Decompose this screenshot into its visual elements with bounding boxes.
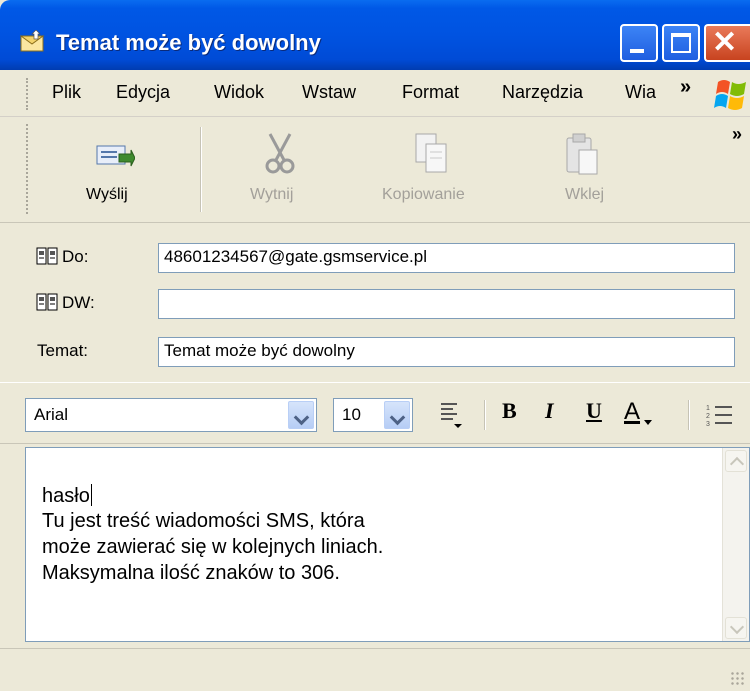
chevron-down-icon xyxy=(729,619,745,635)
menu-plik[interactable]: Plik xyxy=(52,82,81,103)
toolbar-overflow-chevron[interactable]: » xyxy=(732,124,742,145)
menu-bar-grip[interactable] xyxy=(26,78,31,110)
maximize-button[interactable] xyxy=(662,24,700,62)
font-size-select[interactable]: 10 xyxy=(333,398,413,432)
compose-window: Temat może być dowolny ✕ Plik Edycja Wid… xyxy=(0,0,750,691)
subject-label: Temat: xyxy=(37,341,89,360)
body-line: może zawierać się w kolejnych liniach. xyxy=(42,536,384,558)
status-bar xyxy=(0,648,750,691)
address-book-icon[interactable] xyxy=(36,247,58,265)
send-icon xyxy=(96,145,135,167)
cc-label: DW: xyxy=(62,293,95,312)
window-title: Temat może być dowolny xyxy=(56,30,321,55)
scissors-icon xyxy=(265,133,295,174)
menu-narzedzia[interactable]: Narzędzia xyxy=(502,82,583,103)
minimize-button[interactable] xyxy=(620,24,658,62)
send-label: Wyślij xyxy=(86,186,128,203)
windows-logo-icon xyxy=(714,80,746,110)
copy-icon xyxy=(415,133,447,173)
format-separator xyxy=(688,400,690,430)
chevron-down-icon[interactable] xyxy=(384,401,410,429)
toolbar-separator xyxy=(200,127,202,212)
body-line: Tu jest treść wiadomości SMS, która xyxy=(42,510,365,532)
svg-text:3: 3 xyxy=(706,421,710,428)
menu-overflow-chevron[interactable]: » xyxy=(680,76,691,99)
font-size-value: 10 xyxy=(342,405,361,424)
scroll-down-button[interactable] xyxy=(725,617,747,639)
underline-button[interactable]: U xyxy=(586,398,602,432)
toolbar-grip[interactable] xyxy=(26,124,31,214)
to-label: Do: xyxy=(62,247,89,266)
paste-label: Wklej xyxy=(565,186,605,203)
maximize-icon xyxy=(671,33,691,53)
title-bar[interactable]: Temat może być dowolny ✕ xyxy=(0,0,750,70)
menu-format[interactable]: Format xyxy=(402,82,459,103)
numbered-list-icon[interactable]: 1 2 3 xyxy=(706,402,736,428)
cc-field[interactable] xyxy=(158,289,735,319)
to-field[interactable]: 48601234567@gate.gsmservice.pl xyxy=(158,243,735,273)
font-family-select[interactable]: Arial xyxy=(25,398,317,432)
body-line: hasło xyxy=(42,484,92,508)
chevron-up-icon xyxy=(729,456,745,472)
paragraph-style-icon[interactable] xyxy=(438,400,464,430)
menu-widok[interactable]: Widok xyxy=(214,82,264,103)
menu-wstaw[interactable]: Wstaw xyxy=(302,82,356,103)
cut-label: Wytnij xyxy=(250,186,294,203)
new-message-icon xyxy=(20,30,45,52)
copy-label: Kopiowanie xyxy=(382,186,465,203)
paste-icon xyxy=(566,133,598,175)
italic-button[interactable]: I xyxy=(545,398,554,432)
menu-edycja[interactable]: Edycja xyxy=(116,82,170,103)
font-color-dropdown-icon[interactable] xyxy=(644,420,652,425)
body-line-text: hasło xyxy=(42,485,90,507)
font-family-value: Arial xyxy=(34,405,69,424)
font-color-button[interactable]: A xyxy=(624,398,640,432)
bold-button[interactable]: B xyxy=(502,398,517,432)
svg-text:2: 2 xyxy=(706,413,710,420)
svg-text:1: 1 xyxy=(706,405,710,412)
menu-wiadomosc[interactable]: Wia xyxy=(625,82,656,103)
message-body[interactable]: hasło Tu jest treść wiadomości SMS, któr… xyxy=(25,447,750,642)
close-icon: ✕ xyxy=(712,26,738,59)
subject-field[interactable]: Temat może być dowolny xyxy=(158,337,735,367)
text-caret xyxy=(90,484,92,506)
address-book-icon[interactable] xyxy=(36,293,58,311)
format-separator xyxy=(484,400,486,430)
body-line: Maksymalna ilość znaków to 306. xyxy=(42,562,340,584)
close-button[interactable]: ✕ xyxy=(704,24,750,62)
scroll-up-button[interactable] xyxy=(725,450,747,472)
vertical-scrollbar[interactable] xyxy=(722,448,749,641)
chevron-down-icon[interactable] xyxy=(288,401,314,429)
resize-grip-icon[interactable] xyxy=(730,671,744,685)
minimize-icon xyxy=(630,49,644,53)
